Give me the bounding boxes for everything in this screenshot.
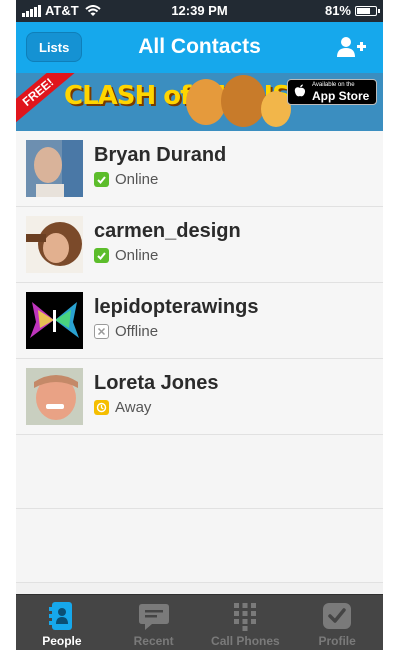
add-contact-icon[interactable]	[335, 35, 367, 59]
status-line: Online	[94, 171, 158, 188]
tab-label: Profile	[318, 634, 356, 648]
status-label: Away	[115, 399, 152, 416]
chat-bubble-icon	[138, 604, 169, 630]
status-label: Offline	[115, 323, 159, 340]
avatar	[26, 140, 83, 197]
status-label: Online	[115, 171, 159, 188]
app-store-label: App Store	[312, 89, 370, 103]
contact-name: Bryan Durand	[94, 144, 227, 166]
contact-row[interactable]: lepidopterawings Offline	[16, 283, 383, 359]
battery-icon	[355, 5, 380, 16]
app-store-badge[interactable]: Available on the App Store	[287, 79, 377, 105]
battery-percent: 81%	[324, 3, 351, 18]
status-line: Away	[94, 399, 151, 416]
avatar	[26, 292, 83, 349]
phone-screen: AT&T 12:39 PM 81% Lists All Contacts FRE…	[16, 0, 383, 650]
contacts-list: Bryan Durand Online carmen_design Online…	[16, 131, 383, 583]
contact-name: carmen_design	[94, 220, 241, 242]
people-icon	[48, 602, 72, 630]
status-bar: AT&T 12:39 PM 81%	[16, 0, 383, 22]
empty-list-row	[16, 509, 383, 583]
apple-icon	[294, 84, 306, 97]
ad-character-image	[221, 75, 266, 127]
offline-x-icon	[94, 324, 109, 339]
contact-name: Loreta Jones	[94, 372, 219, 394]
contact-row[interactable]: carmen_design Online	[16, 207, 383, 283]
profile-check-icon	[323, 603, 352, 629]
tab-label: Recent	[133, 634, 174, 648]
tab-label: People	[42, 634, 82, 648]
status-line: Offline	[94, 323, 158, 340]
ad-banner[interactable]: FREE! CLASH of CLANS Available on the Ap…	[16, 73, 383, 131]
avatar	[26, 216, 83, 273]
navigation-bar: Lists All Contacts	[16, 22, 383, 73]
contact-row[interactable]: Bryan Durand Online	[16, 131, 383, 207]
empty-list-row	[16, 435, 383, 509]
avatar	[26, 368, 83, 425]
contact-row[interactable]: Loreta Jones Away	[16, 359, 383, 435]
status-line: Online	[94, 247, 158, 264]
app-store-caption: Available on the	[312, 82, 355, 88]
tab-recent[interactable]: Recent	[108, 595, 200, 650]
page-title: All Contacts	[138, 35, 261, 58]
tab-profile[interactable]: Profile	[291, 595, 383, 650]
online-check-icon	[94, 172, 109, 187]
tab-people[interactable]: People	[16, 595, 108, 650]
tab-call-phones[interactable]: Call Phones	[200, 595, 292, 650]
keypad-icon	[234, 603, 257, 631]
tab-bar: People Recent Call Phones Profile	[16, 594, 383, 650]
away-clock-icon	[94, 400, 109, 415]
online-check-icon	[94, 248, 109, 263]
contact-name: lepidopterawings	[94, 296, 259, 318]
tab-label: Call Phones	[211, 634, 280, 648]
status-label: Online	[115, 247, 159, 264]
ad-character-image	[186, 79, 226, 125]
